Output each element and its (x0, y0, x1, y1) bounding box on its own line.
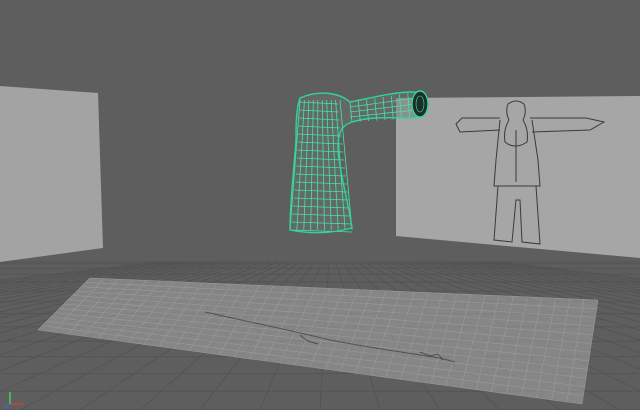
side-view-plane[interactable] (0, 86, 103, 262)
front-view-plane[interactable] (396, 96, 640, 258)
3d-viewport[interactable] (0, 0, 640, 410)
